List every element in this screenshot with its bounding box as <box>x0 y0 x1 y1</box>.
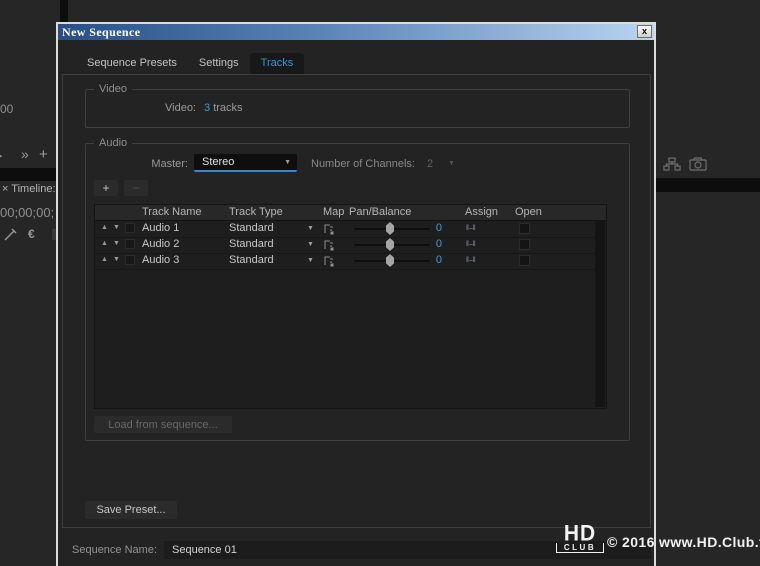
remove-track-button[interactable]: − <box>124 180 148 196</box>
new-sequence-dialog: New Sequence x Sequence Presets Settings… <box>56 22 656 566</box>
bg-strip <box>0 168 57 181</box>
channel-map-icon[interactable] <box>322 239 334 251</box>
timecode-display: 00;00;00; <box>0 205 54 220</box>
table-scrollbar[interactable] <box>595 220 605 407</box>
header-track-name: Track Name <box>142 206 202 218</box>
move-up-icon[interactable]: ▲ <box>101 256 108 263</box>
watermark-copyright: © 2016 www.HD.Club.tw <box>607 534 760 550</box>
move-down-icon[interactable]: ▼ <box>113 256 120 263</box>
channels-chevron-down-icon: ▼ <box>448 160 461 167</box>
header-assign: Assign <box>465 206 498 218</box>
tab-tracks[interactable]: Tracks <box>250 53 305 74</box>
audio-track-table: Track Name Track Type Map Pan/Balance As… <box>94 204 607 409</box>
video-track-count: 3 <box>204 102 210 114</box>
table-header: Track Name Track Type Map Pan/Balance As… <box>95 205 606 221</box>
close-icon[interactable]: x <box>637 25 652 38</box>
add-icon[interactable]: + <box>39 146 48 163</box>
dialog-title: New Sequence <box>58 25 140 40</box>
master-dropdown[interactable]: Stereo ▼ <box>194 154 297 172</box>
magnet-icon[interactable]: € <box>28 227 35 241</box>
chevron-down-icon[interactable]: ▼ <box>307 241 320 248</box>
move-up-icon[interactable]: ▲ <box>101 224 108 231</box>
tab-sequence-presets[interactable]: Sequence Presets <box>76 53 188 74</box>
timeline-tab[interactable]: × Timeline: ( <box>2 183 62 195</box>
track-type-dropdown[interactable]: Standard <box>229 222 274 234</box>
video-track-suffix: tracks <box>213 102 242 114</box>
channel-map-icon[interactable] <box>322 223 334 235</box>
table-row: ▲ ▼ Audio 3 Standard ▼ 0 ‖–‖ <box>95 253 597 270</box>
track-select-checkbox[interactable] <box>125 255 135 265</box>
channels-dropdown-value: 2 <box>427 158 433 170</box>
audio-group-label: Audio <box>94 137 132 149</box>
header-open: Open <box>515 206 542 218</box>
track-name[interactable]: Audio 2 <box>142 238 179 250</box>
channels-dropdown[interactable]: 2 <box>427 158 433 170</box>
audio-routing-icon[interactable] <box>663 156 681 172</box>
table-row: ▲ ▼ Audio 1 Standard ▼ 0 ‖–‖ <box>95 221 597 238</box>
move-down-icon[interactable]: ▼ <box>113 224 120 231</box>
save-preset-button[interactable]: Save Preset... <box>85 501 177 519</box>
track-select-checkbox[interactable] <box>125 239 135 249</box>
add-track-button[interactable]: + <box>94 180 118 196</box>
play-icon[interactable]: ▶ <box>0 149 2 162</box>
camera-icon[interactable] <box>689 157 708 171</box>
pan-slider-thumb[interactable] <box>386 238 394 251</box>
track-type-dropdown[interactable]: Standard <box>229 238 274 250</box>
audio-group: Audio Master: Stereo ▼ Number of Channel… <box>85 143 630 441</box>
header-pan-balance: Pan/Balance <box>349 206 411 218</box>
bg-clipped-timecode: 00 <box>0 102 13 116</box>
pan-slider-thumb[interactable] <box>386 222 394 235</box>
pan-value[interactable]: 0 <box>420 222 442 234</box>
header-track-type: Track Type <box>229 206 283 218</box>
bg-panel-divider <box>60 0 68 22</box>
master-dropdown-value: Stereo <box>194 156 284 168</box>
open-checkbox[interactable] <box>519 239 530 250</box>
assign-icon[interactable]: ‖–‖ <box>466 257 476 264</box>
bg-strip-right <box>656 178 760 192</box>
track-select-checkbox[interactable] <box>125 223 135 233</box>
pan-value[interactable]: 0 <box>420 238 442 250</box>
master-label: Master: <box>106 158 188 170</box>
header-map: Map <box>323 206 344 218</box>
video-tracks-label: Video: <box>165 102 196 114</box>
track-type-dropdown[interactable]: Standard <box>229 254 274 266</box>
table-row: ▲ ▼ Audio 2 Standard ▼ 0 ‖–‖ <box>95 237 597 254</box>
dialog-tabs: Sequence Presets Settings Tracks <box>76 53 304 74</box>
screen: 00 ▶ » + × Timeline: ( 00;00;00; € New S… <box>0 0 760 566</box>
open-checkbox[interactable] <box>519 223 530 234</box>
assign-icon[interactable]: ‖–‖ <box>466 241 476 248</box>
chevron-down-icon[interactable]: ▼ <box>307 225 320 232</box>
video-group: Video Video: 3 tracks <box>85 89 630 128</box>
channels-label: Number of Channels: <box>311 158 415 170</box>
load-from-sequence-button[interactable]: Load from sequence... <box>94 416 232 433</box>
channel-map-icon[interactable] <box>322 255 334 267</box>
assign-icon[interactable]: ‖–‖ <box>466 225 476 232</box>
chevron-down-icon[interactable]: ▼ <box>307 257 320 264</box>
move-up-icon[interactable]: ▲ <box>101 240 108 247</box>
sequence-name-label: Sequence Name: <box>72 544 157 556</box>
dialog-body: Sequence Presets Settings Tracks Video V… <box>58 40 654 566</box>
pan-value[interactable]: 0 <box>420 254 442 266</box>
hd-club-logo: HD CLUB <box>556 524 604 553</box>
dialog-titlebar[interactable]: New Sequence x <box>58 24 654 40</box>
pan-slider-thumb[interactable] <box>386 254 394 267</box>
snap-icon[interactable] <box>3 228 17 242</box>
track-name[interactable]: Audio 3 <box>142 254 179 266</box>
chevron-down-icon: ▼ <box>284 159 297 166</box>
hd-club-logo-top: HD <box>556 524 604 544</box>
track-name[interactable]: Audio 1 <box>142 222 179 234</box>
panel-menu-chevron-icon[interactable]: » <box>21 146 29 162</box>
tab-settings[interactable]: Settings <box>188 53 250 74</box>
open-checkbox[interactable] <box>519 255 530 266</box>
move-down-icon[interactable]: ▼ <box>113 240 120 247</box>
video-group-label: Video <box>94 83 132 95</box>
